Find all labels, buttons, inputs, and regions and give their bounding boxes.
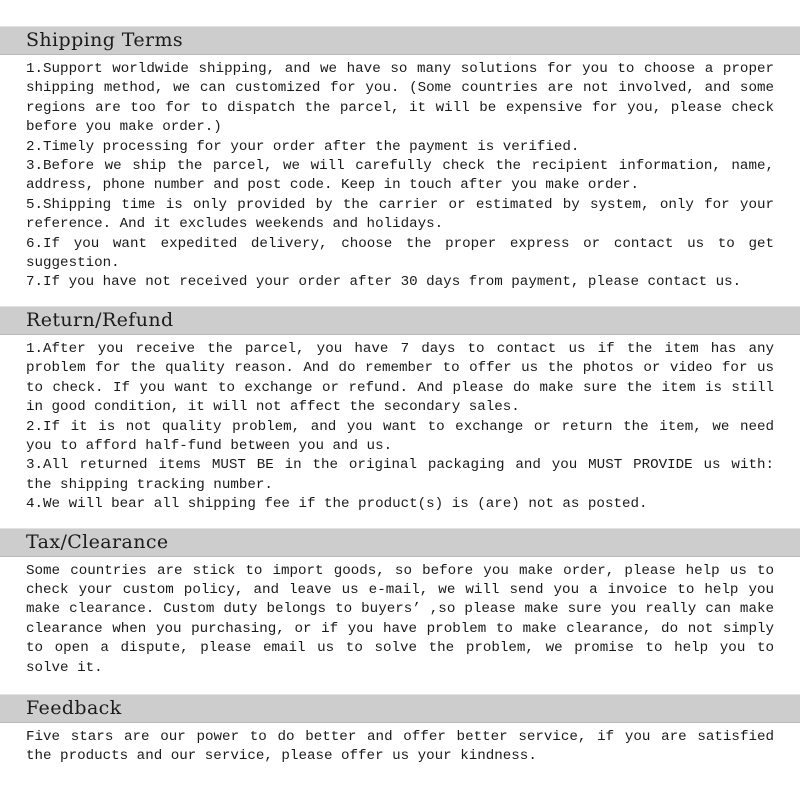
section-header-tax-clearance: Tax/Clearance: [0, 527, 800, 557]
policy-item: 7.If you have not received your order af…: [26, 274, 742, 291]
section-title-tax-clearance: Tax/Clearance: [26, 530, 169, 553]
policy-item: 6.If you want expedited delivery, choose…: [26, 235, 774, 272]
section-tax-clearance: Tax/Clearance Some countries are stick t…: [0, 527, 800, 682]
policy-item: 2.Timely processing for your order after…: [26, 138, 580, 155]
section-feedback: Feedback Five stars are our power to do …: [0, 693, 800, 771]
section-title-shipping-terms: Shipping Terms: [26, 29, 184, 51]
section-return-refund: Return/Refund 1.After you receive the pa…: [0, 305, 800, 519]
section-text-return-refund: 1.After you receive the parcel, you have…: [26, 340, 774, 515]
section-body-tax-clearance: Some countries are stick to import goods…: [0, 557, 800, 682]
section-title-feedback: Feedback: [26, 696, 122, 719]
policy-item: 1.After you receive the parcel, you have…: [26, 340, 774, 416]
section-header-shipping-terms: Shipping Terms: [0, 26, 800, 55]
policy-item: 1.Support worldwide shipping, and we hav…: [26, 61, 774, 136]
section-body-feedback: Five stars are our power to do better an…: [0, 723, 800, 771]
section-text-feedback: Five stars are our power to do better an…: [26, 728, 774, 765]
section-header-feedback: Feedback: [0, 693, 800, 723]
policy-item: 2.If it is not quality problem, and you …: [26, 418, 774, 454]
section-header-return-refund: Return/Refund: [0, 305, 800, 335]
section-body-shipping-terms: 1.Support worldwide shipping, and we hav…: [0, 55, 800, 297]
section-shipping-terms: Shipping Terms 1.Support worldwide shipp…: [0, 26, 800, 297]
section-text-tax-clearance: Some countries are stick to import goods…: [26, 562, 774, 676]
policy-item: 4.We will bear all shipping fee if the p…: [26, 496, 648, 513]
policy-item: 3.All returned items MUST BE in the orig…: [26, 457, 774, 493]
section-title-return-refund: Return/Refund: [26, 308, 174, 331]
policy-page: Shipping Terms 1.Support worldwide shipp…: [0, 0, 800, 800]
policy-item: 3.Before we ship the parcel, we will car…: [26, 158, 774, 194]
section-text-shipping-terms: 1.Support worldwide shipping, and we hav…: [26, 60, 774, 293]
section-body-return-refund: 1.After you receive the parcel, you have…: [0, 335, 800, 519]
policy-item: 5.Shipping time is only provided by the …: [26, 196, 774, 233]
